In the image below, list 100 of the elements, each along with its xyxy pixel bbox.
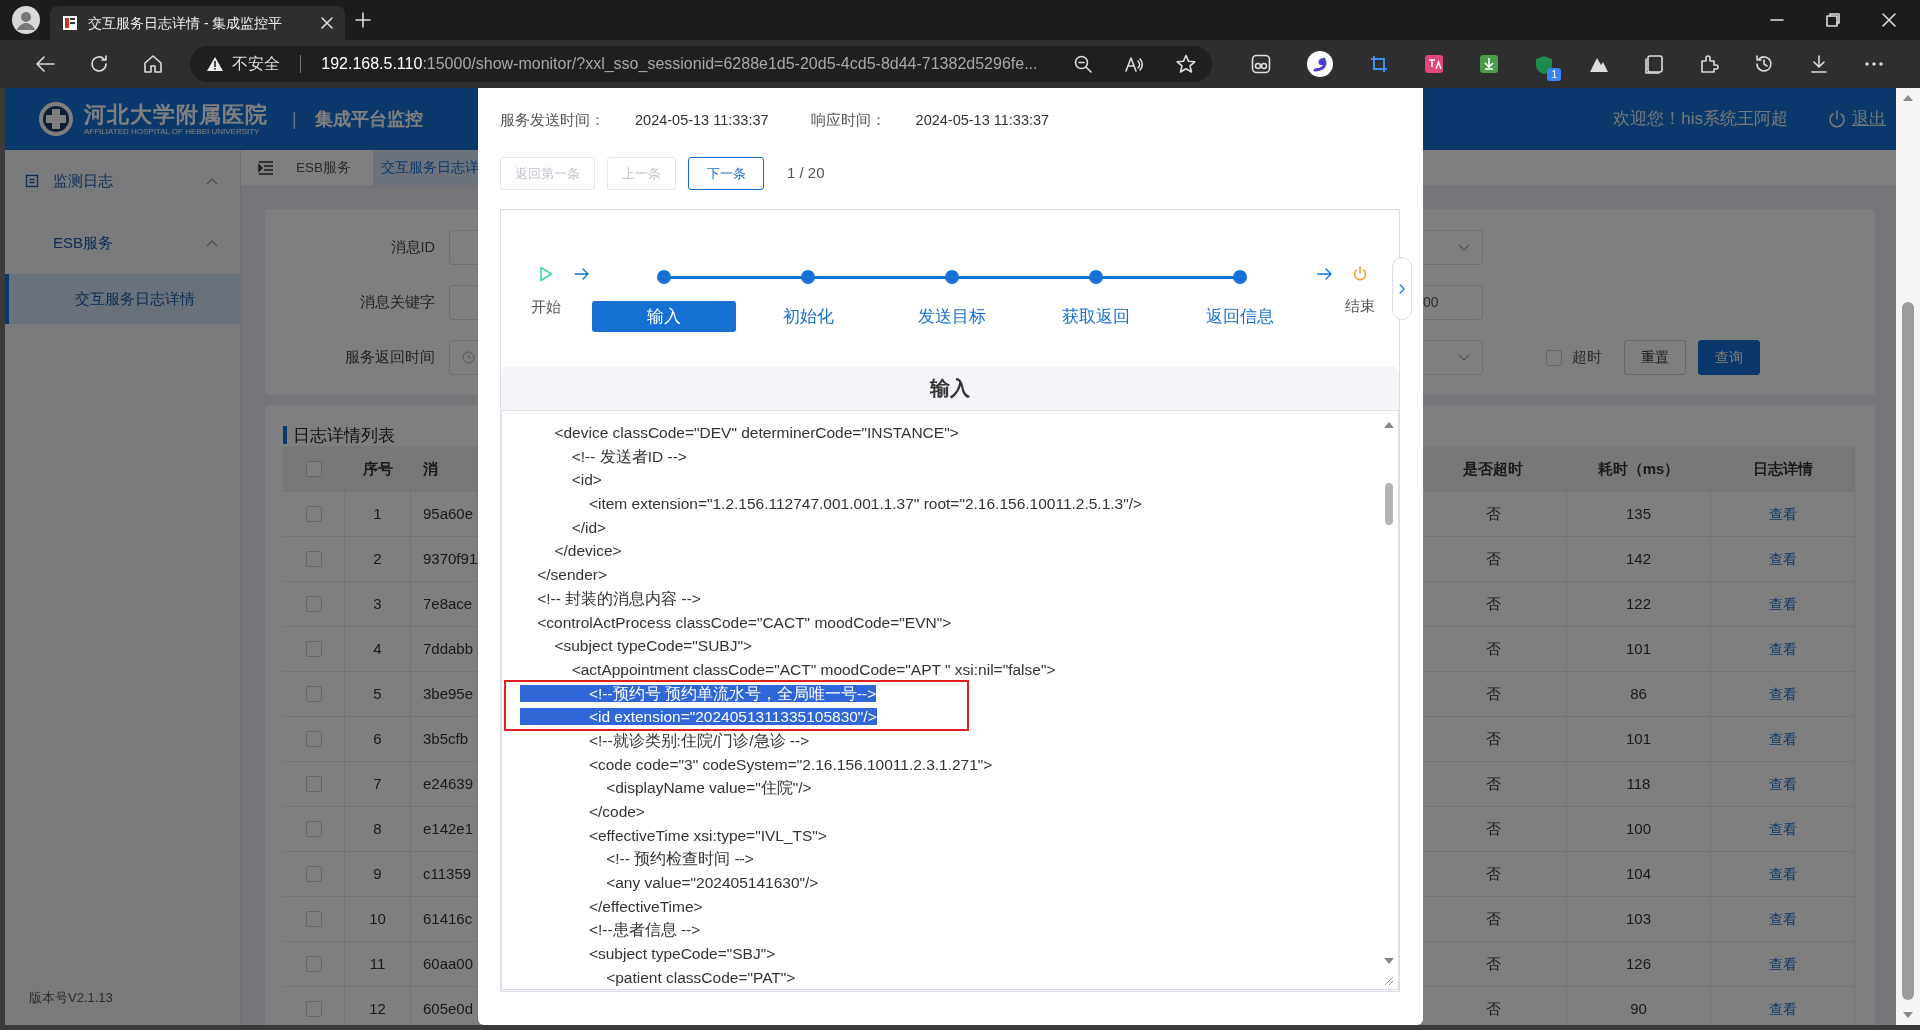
- code-line: </id>: [570, 517, 608, 538]
- code-line: <item extension="1.2.156.112747.001.001.1.37" root="2.16.156.10011.2.5.1.3"/>: [587, 494, 1144, 515]
- scrollbar-thumb[interactable]: [1385, 483, 1393, 525]
- step-tab[interactable]: 初始化: [736, 301, 880, 332]
- sidebar-item[interactable]: 监测日志: [5, 150, 240, 212]
- swirl-icon[interactable]: [1306, 50, 1334, 78]
- step-tab[interactable]: 获取返回: [1024, 301, 1168, 332]
- checkbox[interactable]: [305, 731, 322, 748]
- zoom-out-icon[interactable]: [1074, 55, 1092, 73]
- checkbox[interactable]: [305, 776, 322, 793]
- code-line: <device classCode="DEV" determinerCode="INSTANCE">: [553, 423, 960, 443]
- address-bar[interactable]: 不安全 192.168.5.110:15000/show-monitor/?xxl_sso_sessionid=6288e1d5-20d5-4cd5-8d44-71382d5296fe...: [190, 46, 1212, 82]
- checkbox[interactable]: [1546, 349, 1562, 366]
- header-cell: 日志详情: [1711, 446, 1855, 493]
- clock-icon: [462, 351, 475, 365]
- browser-tab[interactable]: 交互服务日志详情 - 集成监控平: [50, 6, 345, 40]
- code-line: <actAppointment classCode="ACT" moodCode="APT " xsi:nil="false">: [570, 659, 1057, 680]
- checkbox[interactable]: [305, 686, 322, 703]
- flow-end-label: 结束: [1345, 296, 1375, 316]
- select-field[interactable]: [449, 230, 478, 266]
- step-dot: [1233, 270, 1247, 284]
- view-link[interactable]: 查看: [1768, 863, 1797, 885]
- checkbox[interactable]: [305, 866, 322, 883]
- scroll-up-icon[interactable]: [1383, 421, 1395, 429]
- checkbox[interactable]: [305, 596, 322, 613]
- input-field[interactable]: [449, 340, 478, 376]
- table-cell: 142: [1567, 537, 1711, 583]
- checkbox[interactable]: [305, 956, 322, 973]
- scrollbar-thumb[interactable]: [1902, 302, 1914, 1000]
- view-link[interactable]: 查看: [1768, 683, 1797, 705]
- code-line: <controlActProcess classCode="CACT" moodCode="EVN">: [536, 612, 953, 633]
- resize-handle-icon[interactable]: [1384, 976, 1394, 986]
- search-button[interactable]: 查询: [1698, 340, 1760, 376]
- close-icon[interactable]: [1882, 13, 1896, 27]
- table-cell: 122: [1567, 582, 1711, 628]
- code-line: <patient classCode="PAT">: [605, 967, 797, 988]
- translate-icon[interactable]: [1424, 54, 1444, 74]
- logout-link[interactable]: 退出: [1828, 106, 1886, 132]
- code-line: <displayName value="住院"/>: [605, 778, 813, 799]
- tab[interactable]: ESB服务: [288, 150, 359, 187]
- glasses-icon[interactable]: [1251, 54, 1271, 74]
- view-link[interactable]: 查看: [1768, 818, 1797, 840]
- view-link[interactable]: 查看: [1768, 953, 1797, 975]
- code-line: <!-- 发送者ID -->: [570, 446, 688, 467]
- view-link[interactable]: 查看: [1768, 728, 1797, 750]
- step-tab[interactable]: 返回信息: [1168, 301, 1312, 332]
- notification-badge: 1: [1547, 67, 1561, 81]
- table-cell: 86: [1567, 672, 1711, 718]
- checkbox[interactable]: [305, 551, 322, 568]
- code-line: <id>: [570, 470, 603, 491]
- download-icon[interactable]: [1809, 54, 1829, 74]
- home-icon[interactable]: [143, 54, 164, 74]
- back-arrow-icon[interactable]: [35, 55, 56, 73]
- scroll-down-icon[interactable]: [1902, 1011, 1914, 1019]
- step-tab[interactable]: 输入: [592, 301, 736, 332]
- read-aloud-icon[interactable]: [1124, 55, 1144, 73]
- select-field[interactable]: [1423, 340, 1483, 376]
- view-link[interactable]: 查看: [1768, 998, 1797, 1020]
- reload-icon[interactable]: [89, 54, 110, 74]
- checkbox[interactable]: [305, 1001, 322, 1018]
- view-link[interactable]: 查看: [1768, 773, 1797, 795]
- collections-icon[interactable]: [1644, 54, 1664, 74]
- arrow-right-icon: [573, 267, 590, 281]
- table-cell: 11: [345, 942, 411, 988]
- view-link[interactable]: 查看: [1768, 593, 1797, 615]
- restore-icon[interactable]: [1826, 13, 1840, 27]
- checkbox[interactable]: [305, 821, 322, 838]
- table-cell: 10: [345, 897, 411, 943]
- view-link[interactable]: 查看: [1768, 503, 1797, 525]
- sidebar-item[interactable]: 交互服务日志详情: [5, 274, 240, 324]
- view-link[interactable]: 查看: [1768, 908, 1797, 930]
- checkbox[interactable]: [305, 911, 322, 928]
- download-box-icon[interactable]: [1479, 54, 1499, 74]
- shield-icon[interactable]: [1534, 54, 1554, 75]
- avatar-icon[interactable]: [12, 6, 40, 34]
- view-link[interactable]: 查看: [1768, 548, 1797, 570]
- scroll-down-icon[interactable]: [1383, 957, 1395, 965]
- view-link[interactable]: 查看: [1768, 638, 1797, 660]
- sidebar-item[interactable]: ESB服务: [5, 212, 240, 274]
- arrow-right-icon: [1316, 267, 1333, 281]
- step-tab[interactable]: 发送目标: [880, 301, 1024, 332]
- chevron-right-icon: [1399, 281, 1405, 296]
- input-field[interactable]: 00: [1423, 285, 1483, 321]
- select-field[interactable]: [1423, 230, 1483, 266]
- reset-button[interactable]: 重置: [1624, 340, 1686, 376]
- checkbox[interactable]: [305, 460, 322, 477]
- menu-icon[interactable]: [258, 161, 274, 176]
- checkbox[interactable]: [305, 506, 322, 523]
- new-tab-icon[interactable]: [355, 12, 371, 28]
- checkbox[interactable]: [305, 641, 322, 658]
- history-icon[interactable]: [1754, 54, 1774, 74]
- table-cell: 2: [345, 537, 411, 583]
- input-field[interactable]: [449, 285, 478, 321]
- more-icon[interactable]: [1864, 61, 1884, 67]
- nav-button[interactable]: 下一条: [688, 157, 764, 190]
- close-icon[interactable]: [321, 17, 333, 29]
- scroll-up-icon[interactable]: [1902, 94, 1914, 102]
- code-line: </code>: [587, 802, 646, 822]
- puzzle-icon[interactable]: [1699, 54, 1719, 74]
- star-icon[interactable]: [1176, 54, 1196, 74]
